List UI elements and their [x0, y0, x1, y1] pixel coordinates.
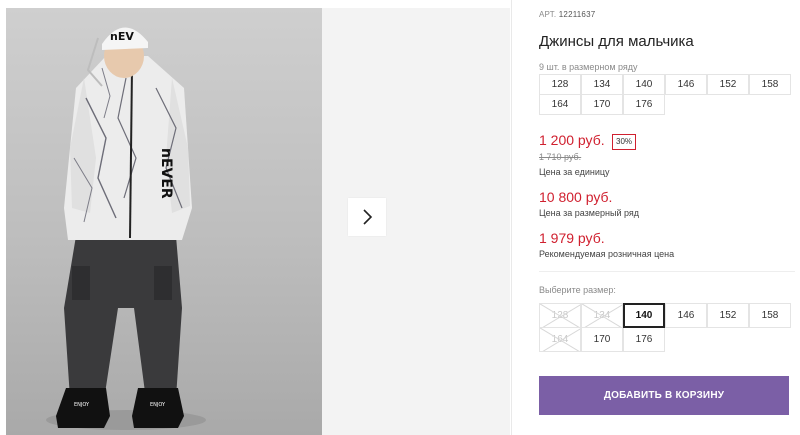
retail-price: 1 979 руб. — [539, 230, 605, 246]
size-option[interactable]: 176 — [623, 327, 665, 352]
old-price: 1 710 руб. — [539, 152, 582, 162]
range-size-cell: 164 — [539, 94, 581, 115]
add-to-cart-button[interactable]: ДОБАВИТЬ В КОРЗИНУ — [539, 376, 789, 415]
size-option-disabled: 134 — [581, 303, 623, 328]
size-option[interactable]: 152 — [707, 303, 749, 328]
retail-price-caption: Рекомендуемая розничная цена — [539, 249, 675, 259]
select-size-caption: Выберите размер: — [539, 285, 616, 295]
sku-line: АРТ. 12211637 — [539, 10, 595, 19]
range-size-cell: 140 — [623, 74, 665, 95]
product-photo[interactable]: ENJOY ENJOY nEVER nEV — [6, 8, 322, 435]
section-divider — [539, 271, 795, 272]
size-option-disabled: 164 — [539, 327, 581, 352]
range-size-cell: 146 — [665, 74, 707, 95]
range-size-cell: 152 — [707, 74, 749, 95]
size-select-grid: 128 134 140 146 152 158 164 170 176 — [539, 303, 791, 352]
chevron-right-icon — [363, 209, 373, 225]
jacket-print-text: nEVER — [158, 148, 174, 199]
range-price-caption: Цена за размерный ряд — [539, 208, 640, 218]
product-gallery: ENJOY ENJOY nEVER nEV — [0, 0, 510, 435]
range-size-cell: 134 — [581, 74, 623, 95]
boy-in-jacket-illustration: ENJOY ENJOY nEVER nEV — [46, 27, 206, 430]
range-size-cell: 128 — [539, 74, 581, 95]
range-size-cell: 170 — [581, 94, 623, 115]
range-price: 10 800 руб. — [539, 189, 613, 205]
sku-number: 12211637 — [558, 10, 596, 19]
boot-text: ENJOY — [74, 402, 90, 408]
size-option[interactable]: 170 — [581, 327, 623, 352]
product-info-panel: АРТ. 12211637 Джинсы для мальчика 9 шт. … — [539, 0, 800, 435]
discount-badge: 30% — [612, 134, 637, 150]
range-size-cell: 158 — [749, 74, 791, 95]
boot-text: ENJOY — [150, 402, 166, 408]
column-divider — [511, 0, 512, 435]
range-count-caption: 9 шт. в размерном ряду — [539, 62, 638, 72]
size-range-grid: 128 134 140 146 152 158 164 170 176 — [539, 74, 791, 115]
hat-text: nEV — [110, 30, 134, 43]
size-option-selected[interactable]: 140 — [623, 303, 665, 328]
sku-label: АРТ. — [539, 10, 557, 19]
size-option[interactable]: 146 — [665, 303, 707, 328]
size-option[interactable]: 158 — [749, 303, 791, 328]
product-title: Джинсы для мальчика — [539, 33, 694, 50]
unit-price-caption: Цена за единицу — [539, 167, 610, 177]
range-size-cell: 176 — [623, 94, 665, 115]
size-option-disabled: 128 — [539, 303, 581, 328]
gallery-next-button[interactable] — [348, 198, 386, 236]
current-price: 1 200 руб. — [539, 132, 605, 148]
